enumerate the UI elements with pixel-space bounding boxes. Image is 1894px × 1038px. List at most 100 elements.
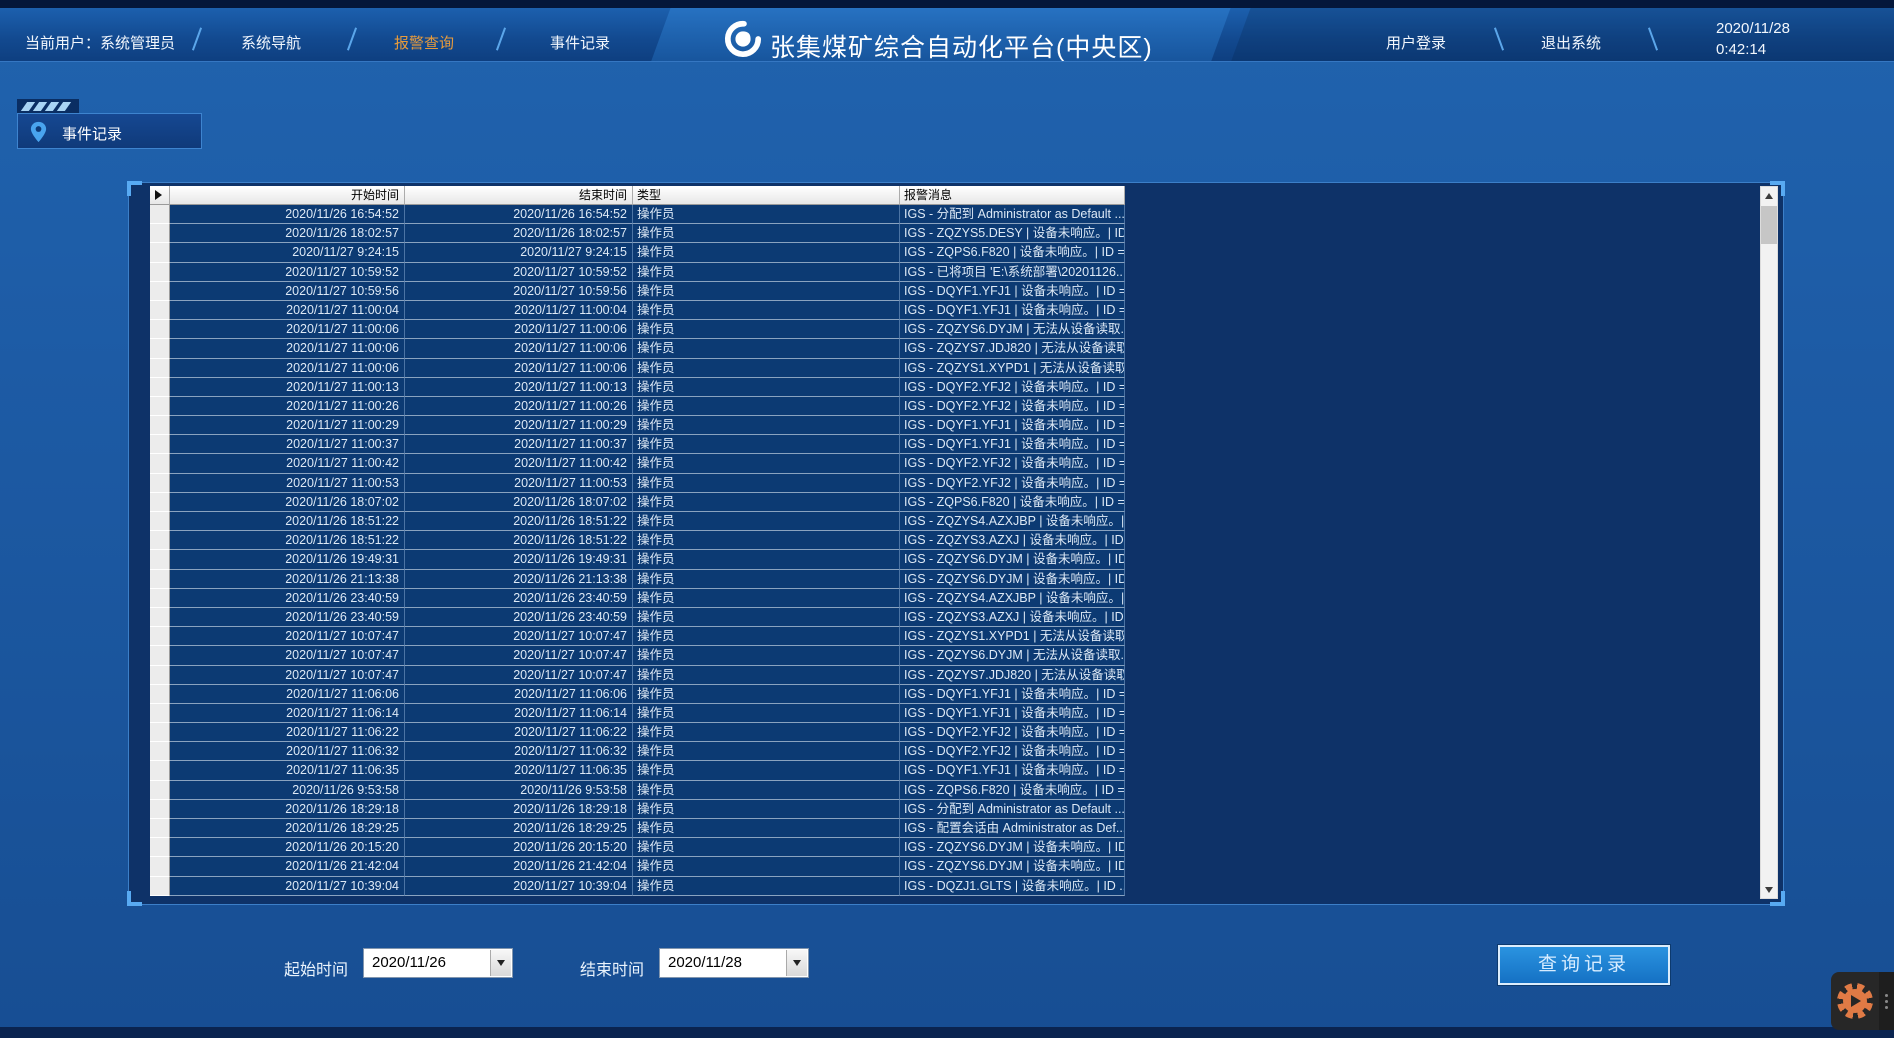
handle-dot — [1885, 1000, 1888, 1003]
table-row[interactable]: 2020/11/27 11:06:322020/11/27 11:06:32操作… — [150, 742, 1125, 761]
table-row[interactable]: 2020/11/27 11:06:222020/11/27 11:06:22操作… — [150, 723, 1125, 742]
table-row[interactable]: 2020/11/26 18:51:222020/11/26 18:51:22操作… — [150, 512, 1125, 531]
row-selector-cell — [150, 454, 170, 473]
table-row[interactable]: 2020/11/26 21:13:382020/11/26 21:13:38操作… — [150, 570, 1125, 589]
cell-type: 操作员 — [633, 819, 900, 838]
table-row[interactable]: 2020/11/26 21:42:042020/11/26 21:42:04操作… — [150, 857, 1125, 876]
cell-start-time: 2020/11/26 16:54:52 — [170, 205, 405, 224]
row-selector-cell — [150, 550, 170, 569]
cell-end-time: 2020/11/26 21:42:04 — [405, 857, 633, 876]
vertical-scrollbar[interactable] — [1760, 186, 1778, 899]
cell-type: 操作员 — [633, 263, 900, 282]
table-row[interactable]: 2020/11/27 11:00:372020/11/27 11:00:37操作… — [150, 435, 1125, 454]
table-row[interactable]: 2020/11/27 11:00:062020/11/27 11:00:06操作… — [150, 320, 1125, 339]
table-row[interactable]: 2020/11/26 18:29:252020/11/26 18:29:25操作… — [150, 819, 1125, 838]
cell-start-time: 2020/11/27 11:00:13 — [170, 378, 405, 397]
table-row[interactable]: 2020/11/27 10:07:472020/11/27 10:07:47操作… — [150, 666, 1125, 685]
cell-end-time: 2020/11/27 11:06:32 — [405, 742, 633, 761]
cell-end-time: 2020/11/26 18:02:57 — [405, 224, 633, 243]
table-row[interactable]: 2020/11/26 20:15:202020/11/26 20:15:20操作… — [150, 838, 1125, 857]
table-row[interactable]: 2020/11/26 16:54:522020/11/26 16:54:52操作… — [150, 205, 1125, 224]
table-row[interactable]: 2020/11/27 11:00:422020/11/27 11:00:42操作… — [150, 454, 1125, 473]
table-row[interactable]: 2020/11/26 18:29:182020/11/26 18:29:18操作… — [150, 800, 1125, 819]
cell-alarm-message: IGS - DQYF1.YFJ1 | 设备未响应。| ID =... — [900, 435, 1125, 454]
chevron-down-icon — [1765, 887, 1773, 893]
scrollbar-down-button[interactable] — [1761, 881, 1777, 898]
table-row[interactable]: 2020/11/27 10:07:472020/11/27 10:07:47操作… — [150, 627, 1125, 646]
cell-start-time: 2020/11/27 11:00:04 — [170, 301, 405, 320]
cell-type: 操作员 — [633, 742, 900, 761]
cell-start-time: 2020/11/27 11:00:53 — [170, 474, 405, 493]
recorder-panel — [1831, 972, 1879, 1030]
table-row[interactable]: 2020/11/27 11:00:532020/11/27 11:00:53操作… — [150, 474, 1125, 493]
column-header-start-time[interactable]: 开始时间 — [170, 186, 405, 205]
cell-type: 操作员 — [633, 666, 900, 685]
cell-alarm-message: IGS - ZQZYS6.DYJM | 设备未响应。| ID... — [900, 570, 1125, 589]
nav-item-user-login[interactable]: 用户登录 — [1386, 32, 1446, 53]
row-selector-cell — [150, 704, 170, 723]
table-row[interactable]: 2020/11/26 18:51:222020/11/26 18:51:22操作… — [150, 531, 1125, 550]
tab-event-record[interactable]: 事件记录 — [17, 113, 202, 149]
cell-type: 操作员 — [633, 320, 900, 339]
table-row[interactable]: 2020/11/27 11:06:062020/11/27 11:06:06操作… — [150, 685, 1125, 704]
cell-alarm-message: IGS - DQYF2.YFJ2 | 设备未响应。| ID =... — [900, 474, 1125, 493]
table-row[interactable]: 2020/11/27 11:06:142020/11/27 11:06:14操作… — [150, 704, 1125, 723]
scrollbar-thumb[interactable] — [1761, 206, 1777, 244]
cell-alarm-message: IGS - DQYF1.YFJ1 | 设备未响应。| ID =... — [900, 301, 1125, 320]
recorder-handle[interactable] — [1879, 972, 1894, 1030]
cell-type: 操作员 — [633, 627, 900, 646]
nav-item-alarm-query[interactable]: 报警查询 — [394, 32, 454, 53]
event-table: 开始时间 结束时间 类型 报警消息 2020/11/26 16:54:52202… — [150, 186, 1125, 896]
cell-type: 操作员 — [633, 416, 900, 435]
cell-start-time: 2020/11/26 18:07:02 — [170, 493, 405, 512]
table-row[interactable]: 2020/11/26 23:40:592020/11/26 23:40:59操作… — [150, 589, 1125, 608]
current-row-arrow-icon — [155, 190, 162, 200]
table-row[interactable]: 2020/11/27 10:07:472020/11/27 10:07:47操作… — [150, 646, 1125, 665]
cell-type: 操作员 — [633, 761, 900, 780]
cell-end-time: 2020/11/27 10:59:56 — [405, 282, 633, 301]
table-row[interactable]: 2020/11/27 10:59:562020/11/27 10:59:56操作… — [150, 282, 1125, 301]
cell-alarm-message: IGS - ZQZYS5.DESY | 设备未响应。| ID ... — [900, 224, 1125, 243]
nav-item-exit-system[interactable]: 退出系统 — [1541, 32, 1601, 53]
table-row[interactable]: 2020/11/27 11:06:352020/11/27 11:06:35操作… — [150, 761, 1125, 780]
end-date-select[interactable]: 2020/11/28 — [659, 948, 809, 978]
cell-end-time: 2020/11/27 11:06:35 — [405, 761, 633, 780]
dropdown-button[interactable] — [490, 950, 511, 976]
table-row[interactable]: 2020/11/27 11:00:132020/11/27 11:00:13操作… — [150, 378, 1125, 397]
cell-type: 操作员 — [633, 723, 900, 742]
nav-item-system-navigation[interactable]: 系统导航 — [241, 32, 301, 53]
cell-end-time: 2020/11/26 19:49:31 — [405, 550, 633, 569]
start-date-select[interactable]: 2020/11/26 — [363, 948, 513, 978]
screen-recorder-widget[interactable] — [1831, 972, 1894, 1030]
query-records-button[interactable]: 查询记录 — [1498, 945, 1670, 985]
cell-start-time: 2020/11/27 10:59:56 — [170, 282, 405, 301]
column-header-end-time[interactable]: 结束时间 — [405, 186, 633, 205]
dropdown-button[interactable] — [786, 950, 807, 976]
table-row[interactable]: 2020/11/27 10:59:522020/11/27 10:59:52操作… — [150, 263, 1125, 282]
table-row[interactable]: 2020/11/26 19:49:312020/11/26 19:49:31操作… — [150, 550, 1125, 569]
column-header-alarm-message[interactable]: 报警消息 — [900, 186, 1125, 205]
nav-item-event-record[interactable]: 事件记录 — [550, 32, 610, 53]
cell-alarm-message: IGS - 分配到 Administrator as Default ... — [900, 205, 1125, 224]
cell-end-time: 2020/11/26 23:40:59 — [405, 589, 633, 608]
cell-type: 操作员 — [633, 589, 900, 608]
table-row[interactable]: 2020/11/27 11:00:292020/11/27 11:00:29操作… — [150, 416, 1125, 435]
datetime-display: 2020/11/28 0:42:14 — [1716, 18, 1790, 60]
table-row[interactable]: 2020/11/27 11:00:042020/11/27 11:00:04操作… — [150, 301, 1125, 320]
table-row[interactable]: 2020/11/27 9:24:152020/11/27 9:24:15操作员I… — [150, 243, 1125, 262]
table-row[interactable]: 2020/11/27 11:00:262020/11/27 11:00:26操作… — [150, 397, 1125, 416]
cell-alarm-message: IGS - ZQZYS3.AZXJ | 设备未响应。| ID ... — [900, 608, 1125, 627]
cell-start-time: 2020/11/26 18:02:57 — [170, 224, 405, 243]
table-row[interactable]: 2020/11/27 10:39:042020/11/27 10:39:04操作… — [150, 877, 1125, 896]
tab-label: 事件记录 — [62, 123, 122, 144]
scrollbar-up-button[interactable] — [1761, 187, 1777, 204]
table-row[interactable]: 2020/11/26 23:40:592020/11/26 23:40:59操作… — [150, 608, 1125, 627]
table-row[interactable]: 2020/11/26 18:02:572020/11/26 18:02:57操作… — [150, 224, 1125, 243]
table-row[interactable]: 2020/11/26 9:53:582020/11/26 9:53:58操作员I… — [150, 781, 1125, 800]
table-row[interactable]: 2020/11/27 11:00:062020/11/27 11:00:06操作… — [150, 339, 1125, 358]
table-row[interactable]: 2020/11/27 11:00:062020/11/27 11:00:06操作… — [150, 359, 1125, 378]
row-selector-cell — [150, 378, 170, 397]
cell-end-time: 2020/11/27 10:07:47 — [405, 627, 633, 646]
table-row[interactable]: 2020/11/26 18:07:022020/11/26 18:07:02操作… — [150, 493, 1125, 512]
column-header-type[interactable]: 类型 — [633, 186, 900, 205]
